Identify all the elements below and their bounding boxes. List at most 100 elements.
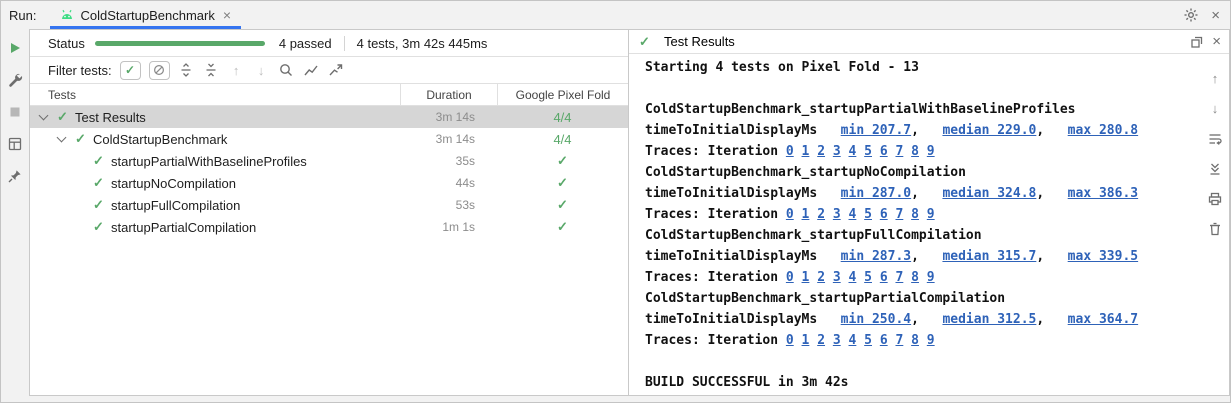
console-link[interactable]: 7: [895, 270, 903, 285]
console-link[interactable]: max 386.3: [1068, 186, 1138, 201]
run-tab-bar: Run: ColdStartupBenchmark × ×: [1, 1, 1230, 29]
console-link[interactable]: median 324.8: [942, 186, 1036, 201]
console-link[interactable]: 4: [849, 270, 857, 285]
test-duration: 3m 14s: [400, 110, 497, 124]
test-row[interactable]: ✓startupPartialCompilation1m 1s✓: [30, 216, 628, 238]
console-link[interactable]: 7: [895, 333, 903, 348]
pin-icon[interactable]: [7, 167, 24, 184]
test-row[interactable]: ✓startupPartialWithBaselineProfiles35s✓: [30, 150, 628, 172]
console-link[interactable]: 4: [849, 144, 857, 159]
console-link[interactable]: 2: [817, 270, 825, 285]
column-tests[interactable]: Tests: [30, 88, 400, 102]
column-device[interactable]: Google Pixel Fold: [497, 84, 628, 105]
soft-wrap-icon[interactable]: [1207, 130, 1224, 147]
test-row[interactable]: ✓startupFullCompilation53s✓: [30, 194, 628, 216]
console-link[interactable]: 1: [802, 144, 810, 159]
console-link[interactable]: 0: [786, 207, 794, 222]
test-row[interactable]: ✓startupNoCompilation44s✓: [30, 172, 628, 194]
passed-check-icon: ✓: [91, 197, 106, 213]
console-link[interactable]: 3: [833, 333, 841, 348]
down-stacktrace-icon[interactable]: ↓: [1207, 100, 1224, 117]
hide-tool-window-icon[interactable]: ×: [1211, 8, 1220, 23]
console-link[interactable]: 6: [880, 270, 888, 285]
run-tab[interactable]: ColdStartupBenchmark ×: [50, 1, 241, 29]
console-link[interactable]: 4: [849, 333, 857, 348]
expand-chevron-icon[interactable]: [57, 133, 67, 143]
console-link[interactable]: 0: [786, 144, 794, 159]
console-link[interactable]: 7: [895, 144, 903, 159]
console-line: timeToInitialDisplayMs min 207.7, median…: [645, 120, 1201, 141]
scroll-to-end-icon[interactable]: [1207, 160, 1224, 177]
console-link[interactable]: max 364.7: [1068, 312, 1138, 327]
console-link[interactable]: min 287.3: [841, 249, 911, 264]
expand-chevron-icon[interactable]: [39, 111, 49, 121]
console-link[interactable]: 6: [880, 144, 888, 159]
console-link[interactable]: median 315.7: [942, 249, 1036, 264]
test-row[interactable]: ✓Test Results3m 14s4/4: [30, 106, 628, 128]
console-link[interactable]: 5: [864, 207, 872, 222]
console-link[interactable]: min 250.4: [841, 312, 911, 327]
test-history-icon[interactable]: [278, 62, 295, 79]
test-row[interactable]: ✓ColdStartupBenchmark3m 14s4/4: [30, 128, 628, 150]
settings-gear-icon[interactable]: [1182, 7, 1199, 24]
console-link[interactable]: 8: [911, 144, 919, 159]
console-link[interactable]: 1: [802, 207, 810, 222]
test-name: startupFullCompilation: [111, 198, 240, 213]
close-console-icon[interactable]: ×: [1212, 34, 1221, 49]
console-link[interactable]: 4: [849, 207, 857, 222]
device-result: ✓: [497, 197, 628, 213]
console-link[interactable]: 3: [833, 207, 841, 222]
console-link[interactable]: 0: [786, 270, 794, 285]
console-link[interactable]: 1: [802, 333, 810, 348]
console-link[interactable]: min 287.0: [841, 186, 911, 201]
test-duration: 1m 1s: [400, 220, 497, 234]
console-line: ColdStartupBenchmark_startupPartialCompi…: [645, 288, 1201, 309]
float-window-icon[interactable]: [1188, 33, 1205, 50]
console-link[interactable]: 6: [880, 333, 888, 348]
show-ignored-toggle[interactable]: [149, 61, 170, 80]
rerun-tests-icon[interactable]: [7, 39, 24, 56]
console-line: timeToInitialDisplayMs min 250.4, median…: [645, 309, 1201, 330]
console-link[interactable]: 2: [817, 144, 825, 159]
console-link[interactable]: 5: [864, 333, 872, 348]
console-link[interactable]: 6: [880, 207, 888, 222]
console-link[interactable]: 5: [864, 144, 872, 159]
tests-panel: Status 4 passed 4 tests, 3m 42s 445ms Fi…: [29, 29, 629, 396]
build-wrench-icon[interactable]: [7, 71, 24, 88]
print-icon[interactable]: [1207, 190, 1224, 207]
import-test-results-icon[interactable]: [303, 62, 320, 79]
export-test-results-icon[interactable]: [328, 62, 345, 79]
tab-close-icon[interactable]: ×: [223, 8, 231, 22]
up-stacktrace-icon[interactable]: ↑: [1207, 70, 1224, 87]
console-link[interactable]: 1: [802, 270, 810, 285]
test-name: startupNoCompilation: [111, 176, 236, 191]
console-link[interactable]: max 280.8: [1068, 123, 1138, 138]
clear-console-icon[interactable]: [1207, 220, 1224, 237]
console-link[interactable]: 8: [911, 333, 919, 348]
console-link[interactable]: 3: [833, 144, 841, 159]
console-link[interactable]: min 207.7: [841, 123, 911, 138]
console-link[interactable]: 9: [927, 270, 935, 285]
console-link[interactable]: 2: [817, 333, 825, 348]
console-link[interactable]: max 339.5: [1068, 249, 1138, 264]
console-link[interactable]: 8: [911, 207, 919, 222]
console-link[interactable]: 9: [927, 207, 935, 222]
console-link[interactable]: 7: [895, 207, 903, 222]
console-link[interactable]: 0: [786, 333, 794, 348]
show-passed-toggle[interactable]: ✓: [120, 61, 141, 80]
console-link[interactable]: 2: [817, 207, 825, 222]
collapse-all-icon[interactable]: [203, 62, 220, 79]
run-summary: 4 tests, 3m 42s 445ms: [357, 36, 488, 51]
expand-all-icon[interactable]: [178, 62, 195, 79]
console-link[interactable]: 3: [833, 270, 841, 285]
console-link[interactable]: 8: [911, 270, 919, 285]
console-link[interactable]: 9: [927, 144, 935, 159]
console-link[interactable]: 5: [864, 270, 872, 285]
console-line: [645, 351, 1201, 372]
layout-settings-icon[interactable]: [7, 135, 24, 152]
test-name: startupPartialWithBaselineProfiles: [111, 154, 307, 169]
console-link[interactable]: median 312.5: [942, 312, 1036, 327]
console-link[interactable]: 9: [927, 333, 935, 348]
console-link[interactable]: median 229.0: [942, 123, 1036, 138]
column-duration[interactable]: Duration: [400, 84, 497, 105]
